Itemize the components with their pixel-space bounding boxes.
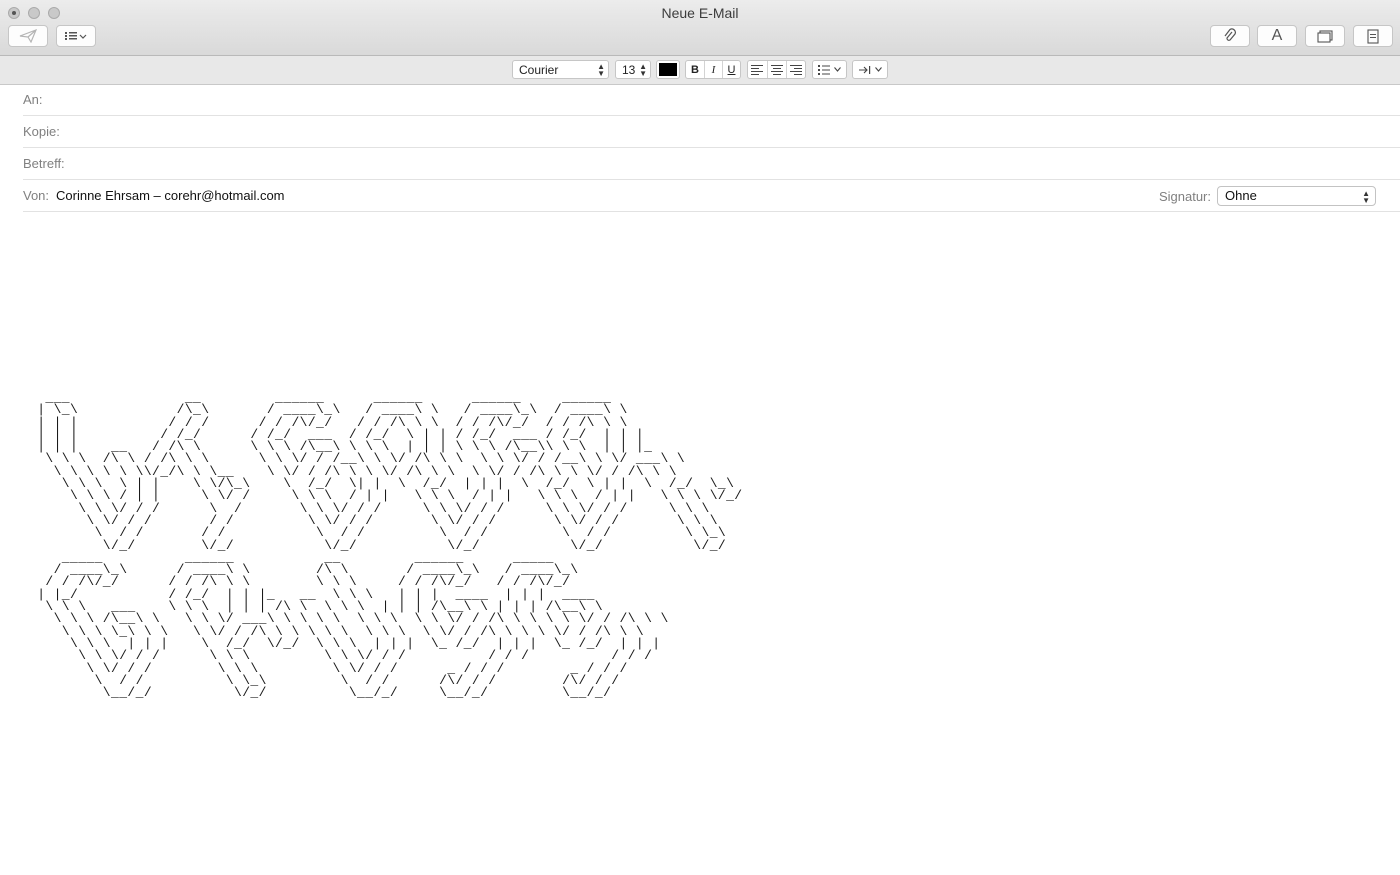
- attach-button[interactable]: [1210, 25, 1250, 47]
- list-style-button[interactable]: [812, 60, 847, 79]
- stationery-button[interactable]: [1353, 25, 1393, 47]
- cc-label: Kopie:: [23, 124, 60, 139]
- chevron-down-icon: [874, 67, 882, 72]
- italic-button[interactable]: I: [705, 61, 723, 78]
- chevron-down-icon: [834, 67, 841, 72]
- signature-control: Signatur: Ohne ▲ ▼: [1159, 186, 1376, 206]
- list-icon: [65, 32, 87, 40]
- ascii-art-text: ___ __ ______ ______ ______ ______ | \_\…: [37, 390, 743, 701]
- paper-plane-icon: [19, 29, 37, 43]
- text-color-well[interactable]: [656, 60, 680, 79]
- color-swatch: [659, 63, 677, 76]
- paperclip-icon: [1224, 28, 1236, 41]
- subject-label: Betreff:: [23, 156, 65, 171]
- align-right-button[interactable]: [787, 61, 805, 78]
- align-left-icon: [751, 64, 764, 75]
- from-field-row: Von: Corinne Ehrsam – corehr@hotmail.com…: [23, 180, 1400, 212]
- font-icon: A: [1271, 27, 1283, 44]
- cc-field-row[interactable]: Kopie:: [23, 116, 1400, 148]
- align-center-icon: [770, 64, 783, 75]
- signature-value: Ohne: [1225, 188, 1257, 203]
- style-buttons: B I U: [685, 60, 741, 79]
- header-fields-button[interactable]: [56, 25, 96, 47]
- font-value: Courier: [519, 62, 559, 77]
- align-right-icon: [789, 64, 802, 75]
- signature-label: Signatur:: [1158, 188, 1211, 204]
- window-title: Neue E-Mail: [661, 5, 739, 21]
- bullet-list-icon: [818, 64, 830, 75]
- font-select[interactable]: Courier ▲ ▼: [512, 60, 609, 79]
- stepper-arrows-icon: ▲ ▼: [639, 62, 647, 78]
- photo-browser-button[interactable]: [1305, 25, 1345, 47]
- to-field-row[interactable]: An:: [23, 84, 1400, 116]
- bold-button[interactable]: B: [686, 61, 705, 78]
- message-body[interactable]: ___ __ ______ ______ ______ ______ | \_\…: [0, 212, 1400, 875]
- align-center-button[interactable]: [768, 61, 787, 78]
- subject-field-row[interactable]: Betreff:: [23, 148, 1400, 180]
- underline-button[interactable]: U: [723, 61, 740, 78]
- signature-select[interactable]: Ohne ▲ ▼: [1217, 186, 1376, 206]
- indent-icon: [858, 65, 870, 74]
- alignment-buttons: [747, 60, 806, 79]
- font-size-select[interactable]: 13 ▲ ▼: [615, 60, 651, 79]
- send-button[interactable]: [8, 25, 48, 47]
- from-label: Von:: [23, 188, 50, 203]
- to-label: An:: [23, 92, 43, 107]
- align-left-button[interactable]: [748, 61, 768, 78]
- from-account-select[interactable]: Corinne Ehrsam – corehr@hotmail.com: [56, 188, 285, 203]
- font-size-value: 13: [622, 62, 636, 77]
- photo-browser-icon: [1317, 29, 1333, 43]
- stepper-arrows-icon: ▲ ▼: [1362, 189, 1370, 205]
- format-button[interactable]: A: [1257, 25, 1297, 47]
- stepper-arrows-icon: ▲ ▼: [597, 62, 605, 78]
- window-toolbar: Neue E-Mail A: [0, 0, 1400, 56]
- format-bar: Courier ▲ ▼ 13 ▲ ▼ B I U: [0, 56, 1400, 85]
- stationery-icon: [1367, 28, 1379, 44]
- indent-button[interactable]: [852, 60, 888, 79]
